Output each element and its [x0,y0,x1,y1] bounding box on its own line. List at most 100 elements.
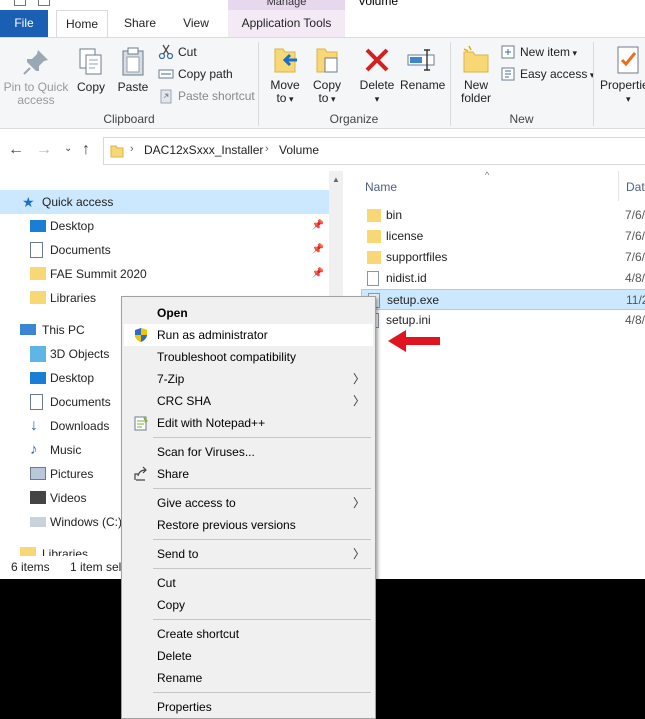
rename-button[interactable]: Rename [400,44,445,92]
move-to-icon [274,48,297,73]
back-arrow-icon[interactable]: ← [8,141,24,159]
quick-access-toolbar-icon[interactable] [38,0,50,6]
copy-to-button[interactable]: Copy to ▾ [308,44,346,106]
copy-path-button[interactable]: Copy path [158,64,233,84]
uac-shield-icon [135,328,147,342]
easy-access-button[interactable]: Easy access ▾ [500,64,594,84]
ribbon-tabs: File Home Share View Application Tools [0,10,645,37]
menu-item-copy[interactable]: Copy [124,594,373,616]
move-to-button[interactable]: Move to ▾ [266,44,304,106]
nav-item-documents[interactable]: Documents 📌 [0,238,330,262]
breadcrumb-chevron-icon: › [265,143,269,155]
menu-item-troubleshoot-compatibility[interactable]: Troubleshoot compatibility [124,346,373,368]
menu-item-properties[interactable]: Properties [124,696,373,718]
delete-button[interactable]: Delete ▾ [356,44,398,106]
star-icon: ★ [22,194,35,210]
menu-item-crc-sha[interactable]: CRC SHA 〉 [124,390,373,412]
column-divider[interactable] [618,171,619,201]
paste-shortcut-button[interactable]: Paste shortcut [158,86,255,106]
breadcrumb-item[interactable]: Volume [279,143,319,157]
paste-label: Paste [117,80,149,94]
file-row-supportfiles[interactable]: supportfiles 7/6/ [361,247,645,268]
menu-item-restore-previous-versions[interactable]: Restore previous versions [124,514,373,536]
column-header-date[interactable]: Dat [626,180,645,194]
tab-file[interactable]: File [0,10,48,37]
copy-to-label-line2: to [318,91,329,105]
properties-icon [617,46,639,74]
tab-view[interactable]: View [172,10,220,37]
nav-item-quick-access[interactable]: ★ Quick access [0,190,330,214]
nav-item-fae-summit[interactable]: FAE Summit 2020 📌 [0,262,330,286]
file-row-setup-exe[interactable]: setup.exe 11/2 [361,289,645,310]
chevron-down-icon[interactable]: ▾ [64,0,69,3]
menu-item-scan-for-viruses[interactable]: Scan for Viruses... [124,441,373,463]
menu-separator [153,488,371,489]
folder-icon [110,145,124,158]
menu-item-create-shortcut[interactable]: Create shortcut [124,623,373,645]
tab-application-tools[interactable]: Application Tools [228,10,345,37]
menu-item-open[interactable]: Open [124,302,373,324]
column-header-name[interactable]: Name [365,180,397,194]
file-icon [367,271,379,286]
share-icon [134,466,147,481]
scissors-icon [158,44,174,60]
recent-locations-chevron-icon[interactable]: ⌄ [64,143,72,154]
copy-to-icon [316,48,338,73]
menu-item-run-as-administrator[interactable]: Run as administrator [124,324,373,346]
new-folder-button[interactable]: New folder [455,44,497,105]
file-row-bin[interactable]: bin 7/6/ [361,205,645,226]
pin-icon[interactable]: 📌 [312,214,324,238]
menu-item-send-to[interactable]: Send to 〉 [124,543,373,565]
rename-icon [407,49,435,71]
scroll-up-icon[interactable]: ▲ [332,175,340,184]
file-row-license[interactable]: license 7/6/ [361,226,645,247]
up-arrow-icon[interactable]: ↑ [82,141,90,159]
menu-item-edit-with-notepad[interactable]: Edit with Notepad++ [124,412,373,434]
file-explorer-window: ▾ Manage Volume File Home Share View App… [0,0,645,719]
submenu-chevron-icon: 〉 [352,547,365,561]
menu-separator [153,568,371,569]
new-item-label: New item [520,45,571,59]
folder-icon [367,251,381,264]
menu-item-give-access-to[interactable]: Give access to 〉 [124,492,373,514]
window-title: Volume [358,0,399,8]
menu-item-delete[interactable]: Delete [124,645,373,667]
documents-icon [30,394,43,410]
forward-arrow-icon[interactable]: → [36,141,52,159]
drive-icon [30,517,46,527]
pin-icon[interactable]: 📌 [312,238,324,262]
selection-count: 1 item sel [70,560,122,574]
menu-item-cut[interactable]: Cut [124,572,373,594]
contextual-tab-manage[interactable]: Manage [228,0,345,10]
breadcrumb-item[interactable]: DAC12xSxxx_Installer [144,143,263,157]
folder-icon [30,267,46,280]
documents-icon [30,242,43,258]
properties-button[interactable]: Properties ▾ [600,44,645,106]
quick-access-toolbar-icon[interactable] [14,0,26,6]
address-field[interactable]: › DAC12xSxxx_Installer › Volume [103,137,645,165]
easy-access-label: Easy access [520,67,588,81]
film-icon [30,491,46,504]
tab-share[interactable]: Share [116,10,164,37]
red-arrow-icon [388,330,440,352]
nav-item-desktop[interactable]: Desktop 📌 [0,214,330,238]
dropdown-arrow-icon: ▾ [374,94,380,104]
delete-x-icon [365,48,389,72]
pin-to-quick-access-button[interactable]: Pin to Quick access [2,46,70,107]
copy-path-icon [158,69,174,79]
new-item-icon [501,45,515,59]
cut-button[interactable]: Cut [158,42,197,62]
menu-item-share[interactable]: Share [124,463,373,485]
tab-home[interactable]: Home [56,10,108,37]
submenu-chevron-icon: 〉 [352,496,365,510]
menu-item-7zip[interactable]: 7-Zip 〉 [124,368,373,390]
file-row-nidist[interactable]: nidist.id 4/8/ [361,268,645,289]
pin-icon[interactable]: 📌 [312,262,324,286]
copy-button[interactable]: Copy [74,46,108,94]
new-folder-icon [463,45,489,73]
new-folder-label-line2: folder [460,91,492,105]
pin-label-line1: Pin to Quick [3,80,69,94]
new-item-button[interactable]: New item ▾ [500,42,577,62]
menu-item-rename[interactable]: Rename [124,667,373,689]
paste-button[interactable]: Paste [114,46,152,94]
